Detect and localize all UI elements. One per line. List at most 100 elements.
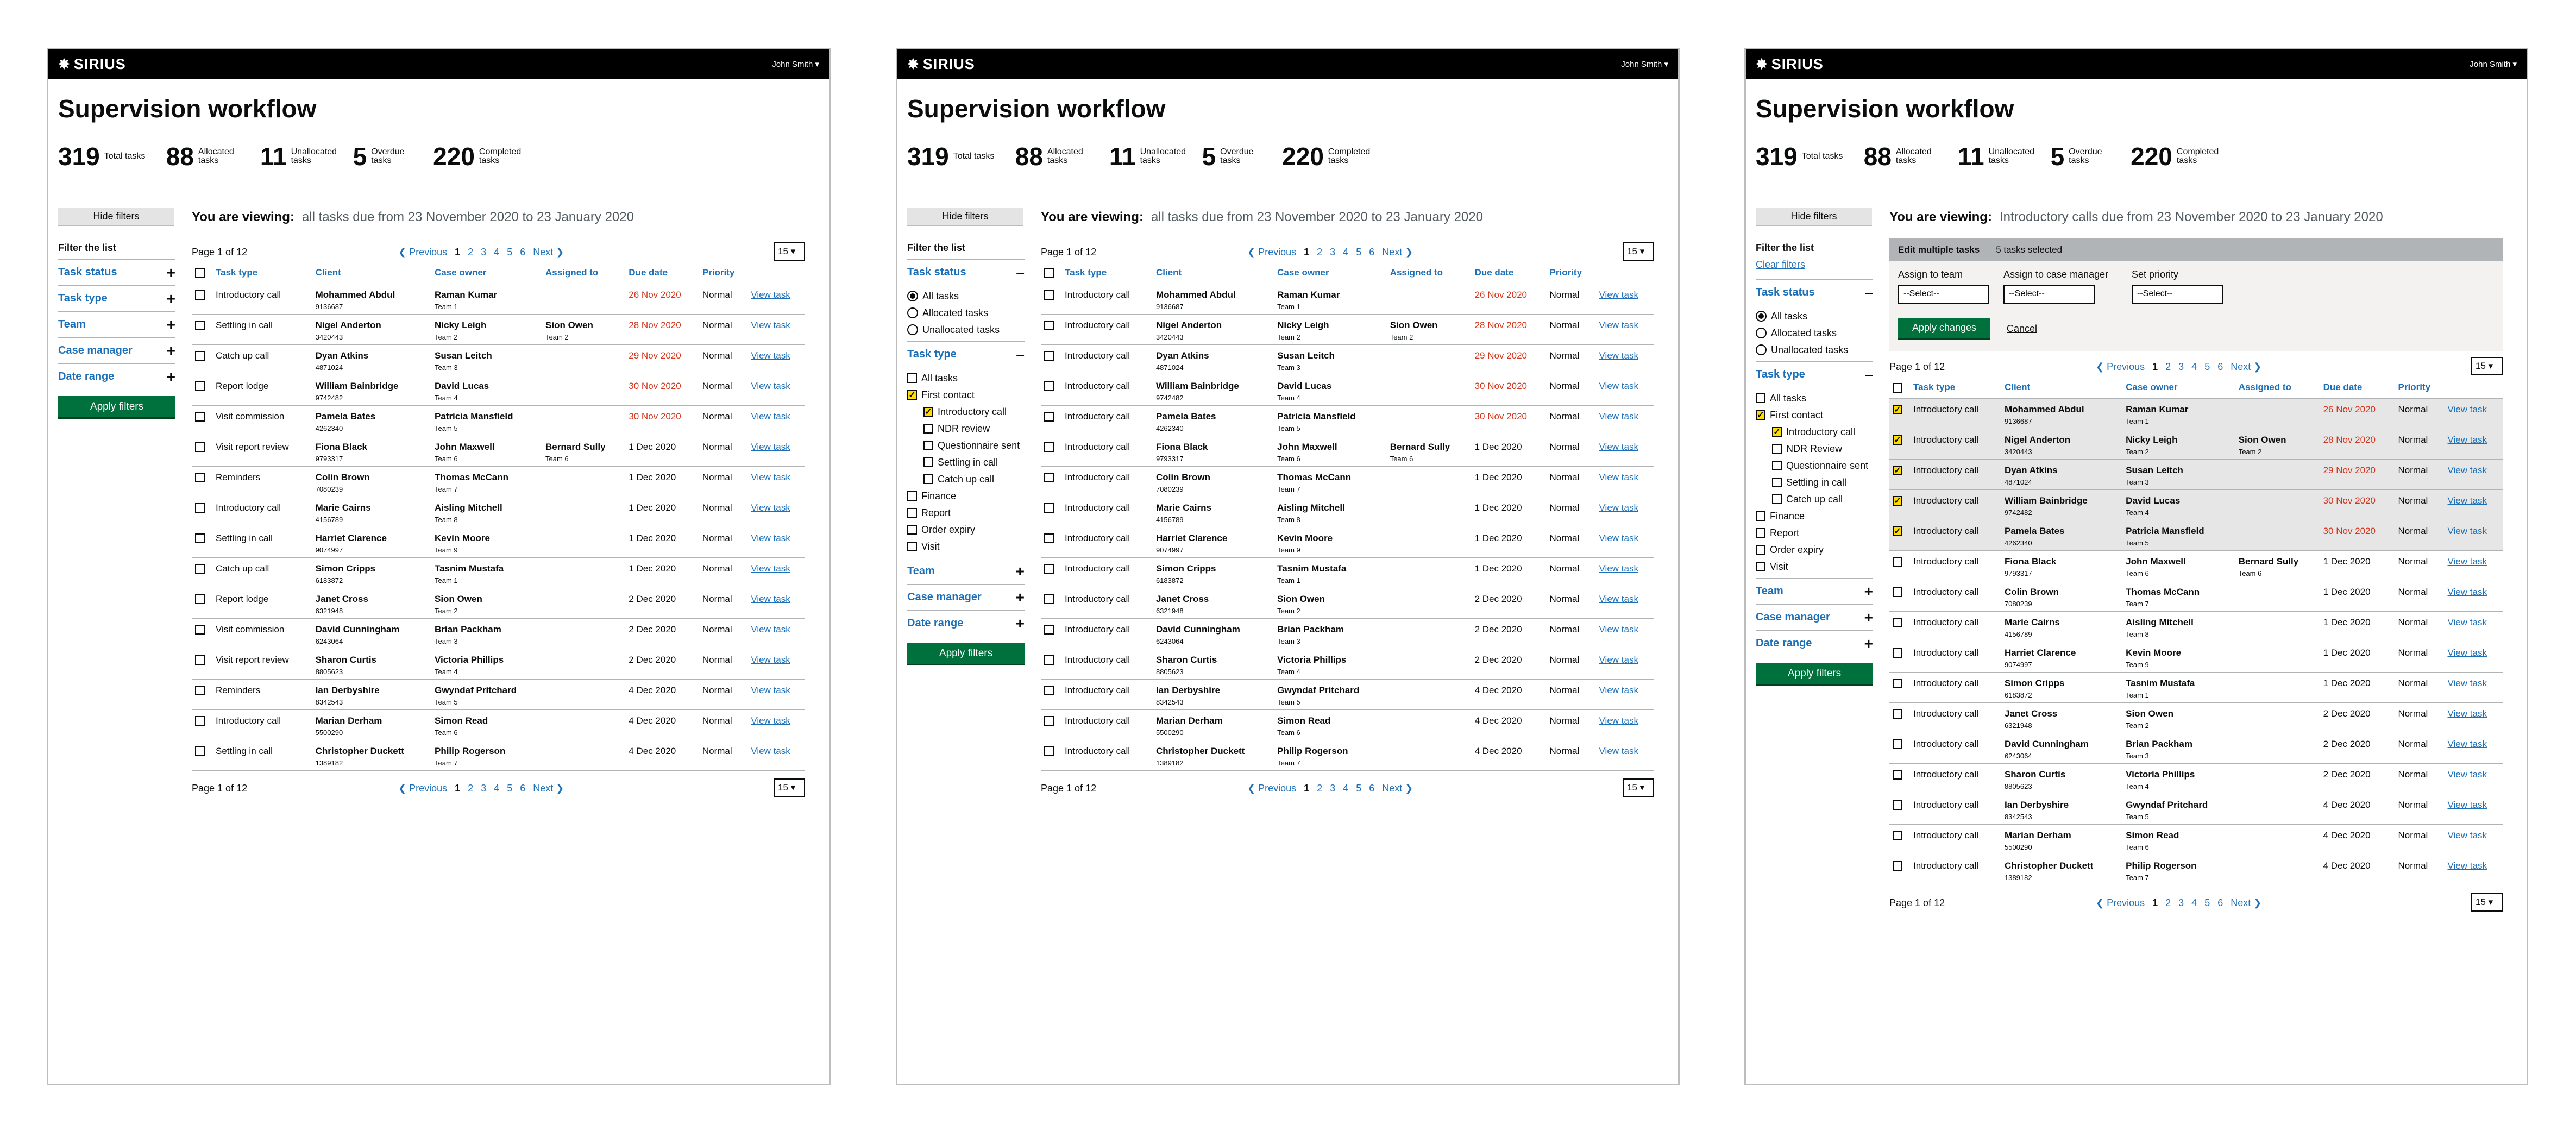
row-checkbox[interactable] <box>1044 473 1054 482</box>
row-checkbox[interactable] <box>1044 594 1054 604</box>
page-link[interactable]: 6 <box>2217 897 2223 909</box>
set-priority-select[interactable]: --Select-- <box>2132 285 2223 304</box>
type-report[interactable]: Report <box>1756 527 1873 539</box>
column-header-type[interactable]: Task type <box>212 264 312 284</box>
row-checkbox[interactable] <box>1044 351 1054 361</box>
view-task-link[interactable]: View task <box>1599 350 1638 361</box>
hide-filters-button[interactable]: Hide filters <box>58 208 174 226</box>
row-checkbox[interactable] <box>195 746 205 756</box>
previous-link[interactable]: ❮ Previous <box>2096 897 2145 909</box>
row-checkbox[interactable] <box>1893 861 1902 871</box>
page-link[interactable]: 6 <box>1369 247 1374 258</box>
user-menu[interactable]: John Smith ▾ <box>1621 59 1668 69</box>
user-menu[interactable]: John Smith ▾ <box>2470 59 2517 69</box>
row-checkbox[interactable] <box>1893 557 1902 567</box>
logo[interactable]: ✸ SIRIUS <box>58 56 126 73</box>
next-link[interactable]: Next ❯ <box>533 247 564 258</box>
page-link[interactable]: 3 <box>1330 783 1335 794</box>
view-task-link[interactable]: View task <box>751 715 790 726</box>
type-questionnaire[interactable]: Questionnaire sent <box>923 440 1025 451</box>
column-header-owner[interactable]: Case owner <box>431 264 543 284</box>
page-link[interactable]: 4 <box>494 783 499 794</box>
view-task-link[interactable]: View task <box>1599 472 1638 482</box>
view-task-link[interactable]: View task <box>2448 648 2487 658</box>
row-checkbox[interactable] <box>195 321 205 330</box>
column-header-owner[interactable]: Case owner <box>2122 379 2235 399</box>
column-header-due[interactable]: Due date <box>2320 379 2395 399</box>
page-size-select[interactable]: 15 ▾ <box>774 778 805 797</box>
column-header-assigned[interactable]: Assigned to <box>2235 379 2320 399</box>
next-link[interactable]: Next ❯ <box>1382 783 1413 794</box>
page-size-select[interactable]: 15 ▾ <box>774 242 805 261</box>
view-task-link[interactable]: View task <box>2448 739 2487 749</box>
page-link[interactable]: 4 <box>2191 897 2197 909</box>
view-task-link[interactable]: View task <box>751 290 790 300</box>
page-link[interactable]: 2 <box>1317 783 1322 794</box>
page-link[interactable]: 3 <box>481 783 486 794</box>
row-checkbox[interactable] <box>195 473 205 482</box>
view-task-link[interactable]: View task <box>751 594 790 604</box>
column-header-type[interactable]: Task type <box>1061 264 1153 284</box>
view-task-link[interactable]: View task <box>2448 495 2487 506</box>
hide-filters-button[interactable]: Hide filters <box>907 208 1023 226</box>
logo[interactable]: ✸ SIRIUS <box>1756 56 1824 73</box>
filter-section-case-manager[interactable]: Case manager + <box>1756 604 1873 630</box>
page-link[interactable]: 2 <box>468 247 473 258</box>
view-task-link[interactable]: View task <box>751 746 790 756</box>
view-task-link[interactable]: View task <box>1599 533 1638 543</box>
type-questionnaire[interactable]: Questionnaire sent <box>1772 460 1873 472</box>
select-all-checkbox[interactable] <box>195 268 205 278</box>
type-ndr-review[interactable]: NDR review <box>923 423 1025 435</box>
view-task-link[interactable]: View task <box>751 624 790 635</box>
row-checkbox[interactable] <box>1893 679 1902 688</box>
page-link[interactable]: 2 <box>1317 247 1322 258</box>
apply-filters-button[interactable]: Apply filters <box>58 396 175 419</box>
row-checkbox[interactable] <box>1893 739 1902 749</box>
view-task-link[interactable]: View task <box>1599 715 1638 726</box>
previous-link[interactable]: ❮ Previous <box>2096 361 2145 373</box>
type-first-contact[interactable]: ✓ First contact <box>907 390 1025 401</box>
type-order-expiry[interactable]: Order expiry <box>907 524 1025 536</box>
filter-section-date-range[interactable]: Date range + <box>1756 630 1873 656</box>
page-link[interactable]: 4 <box>2191 361 2197 373</box>
view-task-link[interactable]: View task <box>2448 465 2487 475</box>
column-header-owner[interactable]: Case owner <box>1274 264 1387 284</box>
next-link[interactable]: Next ❯ <box>2231 897 2261 909</box>
view-task-link[interactable]: View task <box>751 320 790 330</box>
page-link[interactable]: 3 <box>2178 361 2184 373</box>
view-task-link[interactable]: View task <box>751 472 790 482</box>
filter-section-task-status[interactable]: Task status + <box>58 259 175 285</box>
view-task-link[interactable]: View task <box>1599 746 1638 756</box>
page-link[interactable]: 5 <box>1356 247 1361 258</box>
row-checkbox[interactable]: ✓ <box>1893 466 1902 475</box>
row-checkbox[interactable] <box>1893 831 1902 840</box>
type-intro-call[interactable]: ✓ Introductory call <box>1772 426 1873 438</box>
row-checkbox[interactable] <box>1044 625 1054 635</box>
page-size-select[interactable]: 15 ▾ <box>1623 242 1654 261</box>
page-link[interactable]: 4 <box>1343 247 1348 258</box>
view-task-link[interactable]: View task <box>1599 655 1638 665</box>
filter-section-date-range[interactable]: Date range + <box>907 610 1025 636</box>
type-visit[interactable]: Visit <box>907 541 1025 552</box>
page-link[interactable]: 6 <box>1369 783 1374 794</box>
status-all[interactable]: All tasks <box>1756 311 1873 322</box>
view-task-link[interactable]: View task <box>2448 526 2487 536</box>
apply-changes-button[interactable]: Apply changes <box>1898 318 1990 340</box>
status-all[interactable]: All tasks <box>907 291 1025 302</box>
previous-link[interactable]: ❮ Previous <box>398 247 447 258</box>
user-menu[interactable]: John Smith ▾ <box>772 59 819 69</box>
page-link[interactable]: 3 <box>2178 897 2184 909</box>
apply-filters-button[interactable]: Apply filters <box>1756 663 1873 686</box>
type-settling-in[interactable]: Settling in call <box>923 457 1025 468</box>
filter-section-task-type[interactable]: Task type – <box>1756 361 1873 387</box>
status-allocated[interactable]: Allocated tasks <box>1756 328 1873 339</box>
next-link[interactable]: Next ❯ <box>1382 247 1413 258</box>
type-visit[interactable]: Visit <box>1756 561 1873 573</box>
column-header-client[interactable]: Client <box>1152 264 1274 284</box>
view-task-link[interactable]: View task <box>2448 769 2487 780</box>
logo[interactable]: ✸ SIRIUS <box>907 56 975 73</box>
view-task-link[interactable]: View task <box>2448 708 2487 719</box>
column-header-assigned[interactable]: Assigned to <box>542 264 626 284</box>
page-link[interactable]: 6 <box>520 247 525 258</box>
row-checkbox[interactable]: ✓ <box>1893 405 1902 414</box>
